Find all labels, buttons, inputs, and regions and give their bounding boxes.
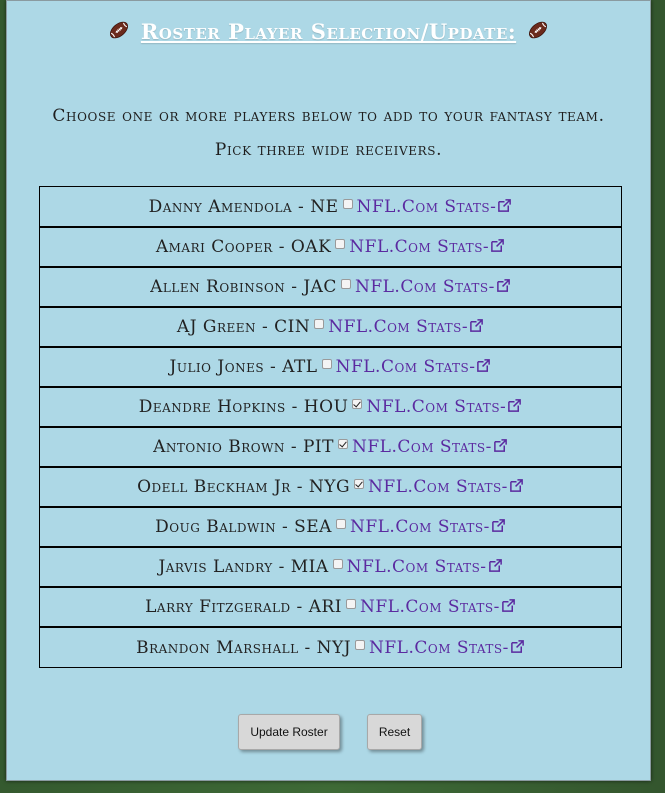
player-row: Allen Robinson - JAC NFL.Com Stats- — [40, 267, 621, 307]
player-table: Danny Amendola - NE NFL.Com Stats- Amari C… — [39, 186, 622, 668]
player-row: Doug Baldwin - SEA NFL.Com Stats- — [40, 507, 621, 547]
external-link-icon — [497, 198, 512, 213]
player-checkbox[interactable] — [314, 319, 325, 329]
nfl-stats-link-label: NFL.Com Stats- — [328, 317, 469, 337]
nfl-stats-link[interactable]: NFL.Com Stats- — [347, 557, 503, 577]
nfl-stats-link-label: NFL.Com Stats- — [354, 277, 495, 297]
player-name: AJ Green - CIN — [176, 317, 311, 337]
nfl-stats-link-label: NFL.Com Stats- — [359, 597, 500, 617]
nfl-stats-link-label: NFL.Com Stats- — [349, 237, 490, 257]
nfl-stats-link[interactable]: NFL.Com Stats- — [369, 638, 525, 658]
nfl-stats-link-label: NFL.Com Stats- — [351, 437, 492, 457]
external-link-icon — [490, 238, 505, 253]
title-row: Roster Player Selection/Update: — [7, 19, 650, 44]
nfl-stats-link[interactable]: NFL.Com Stats- — [357, 197, 513, 217]
player-name: Brandon Marshall - NYJ — [136, 637, 352, 658]
roster-panel: Roster Player Selection/Update: Choose o… — [6, 0, 651, 781]
player-checkbox[interactable] — [332, 559, 343, 569]
player-name: Deandre Hopkins - HOU — [138, 397, 349, 417]
player-checkbox[interactable] — [345, 599, 356, 609]
player-checkbox[interactable] — [352, 399, 363, 409]
player-name: Julio Jones - ATL — [169, 357, 318, 377]
player-name: Doug Baldwin - SEA — [155, 517, 332, 537]
player-name: Amari Cooper - OAK — [155, 237, 332, 257]
page-title: Roster Player Selection/Update: — [140, 19, 517, 44]
nfl-stats-link[interactable]: NFL.Com Stats- — [349, 237, 505, 257]
instructions-line-1: Choose one or more players below to add … — [52, 106, 605, 126]
player-row: Odell Beckham Jr - NYG NFL.Com Stats- — [40, 467, 621, 507]
player-row: Danny Amendola - NE NFL.Com Stats- — [40, 187, 621, 227]
update-roster-button[interactable]: Update Roster — [238, 714, 340, 750]
nfl-stats-link-label: NFL.Com Stats- — [368, 477, 508, 497]
external-link-icon — [496, 278, 511, 293]
nfl-stats-link[interactable]: NFL.Com Stats- — [350, 517, 506, 537]
player-row: Deandre Hopkins - HOU NFL.Com Stats- — [40, 387, 621, 427]
nfl-stats-link-label: NFL.Com Stats- — [356, 196, 497, 217]
player-row: Antonio Brown - PIT NFL.Com Stats- — [40, 427, 621, 467]
nfl-stats-link[interactable]: NFL.Com Stats- — [355, 277, 511, 297]
nfl-stats-link[interactable]: NFL.Com Stats- — [368, 477, 524, 497]
nfl-stats-link[interactable]: NFL.Com Stats- — [360, 597, 516, 617]
nfl-stats-link-label: NFL.Com Stats- — [349, 517, 490, 537]
external-link-icon — [491, 518, 506, 533]
player-checkbox[interactable] — [321, 359, 332, 369]
player-row: Amari Cooper - OAK NFL.Com Stats- — [40, 227, 621, 267]
reset-button[interactable]: Reset — [367, 714, 422, 750]
player-name: Antonio Brown - PIT — [153, 437, 334, 457]
player-row: AJ Green - CIN NFL.Com Stats- — [40, 307, 621, 347]
player-checkbox[interactable] — [354, 479, 365, 489]
player-checkbox[interactable] — [335, 239, 346, 249]
player-row: Jarvis Landry - MIA NFL.Com Stats- — [40, 547, 621, 587]
nfl-stats-link-label: NFL.Com Stats- — [346, 557, 487, 577]
nfl-stats-link[interactable]: NFL.Com Stats- — [352, 437, 508, 457]
external-link-icon — [488, 558, 503, 573]
nfl-stats-link[interactable]: NFL.Com Stats- — [328, 317, 484, 337]
external-link-icon — [493, 438, 508, 453]
player-name: Jarvis Landry - MIA — [158, 557, 329, 577]
player-name: Odell Beckham Jr - NYG — [137, 477, 351, 497]
nfl-stats-link-label: NFL.Com Stats- — [335, 357, 476, 377]
player-row: Brandon Marshall - NYJ NFL.Com Stats- — [40, 627, 621, 667]
player-checkbox[interactable] — [355, 639, 366, 650]
external-link-icon — [469, 318, 484, 333]
player-checkbox[interactable] — [342, 198, 353, 209]
nfl-stats-link-label: NFL.Com Stats- — [369, 637, 509, 658]
player-checkbox[interactable] — [335, 519, 346, 529]
external-link-icon — [509, 478, 524, 493]
player-name: Larry Fitzgerald - ARI — [145, 597, 342, 617]
football-icon — [529, 21, 548, 39]
nfl-stats-link[interactable]: NFL.Com Stats- — [366, 397, 522, 417]
player-checkbox[interactable] — [337, 439, 348, 449]
player-name: Allen Robinson - JAC — [150, 277, 337, 297]
player-name: Danny Amendola - NE — [148, 196, 339, 217]
external-link-icon — [507, 398, 522, 413]
football-icon — [109, 21, 128, 39]
external-link-icon — [510, 639, 525, 654]
external-link-icon — [476, 358, 491, 373]
nfl-stats-link-label: NFL.Com Stats- — [366, 397, 507, 417]
player-checkbox[interactable] — [340, 279, 351, 289]
instructions-line-2: Pick three wide receivers. — [214, 140, 443, 160]
player-row: Larry Fitzgerald - ARI NFL.Com Stats- — [40, 587, 621, 627]
player-row: Julio Jones - ATL NFL.Com Stats- — [40, 347, 621, 387]
nfl-stats-link[interactable]: NFL.Com Stats- — [336, 357, 492, 377]
external-link-icon — [501, 598, 516, 613]
